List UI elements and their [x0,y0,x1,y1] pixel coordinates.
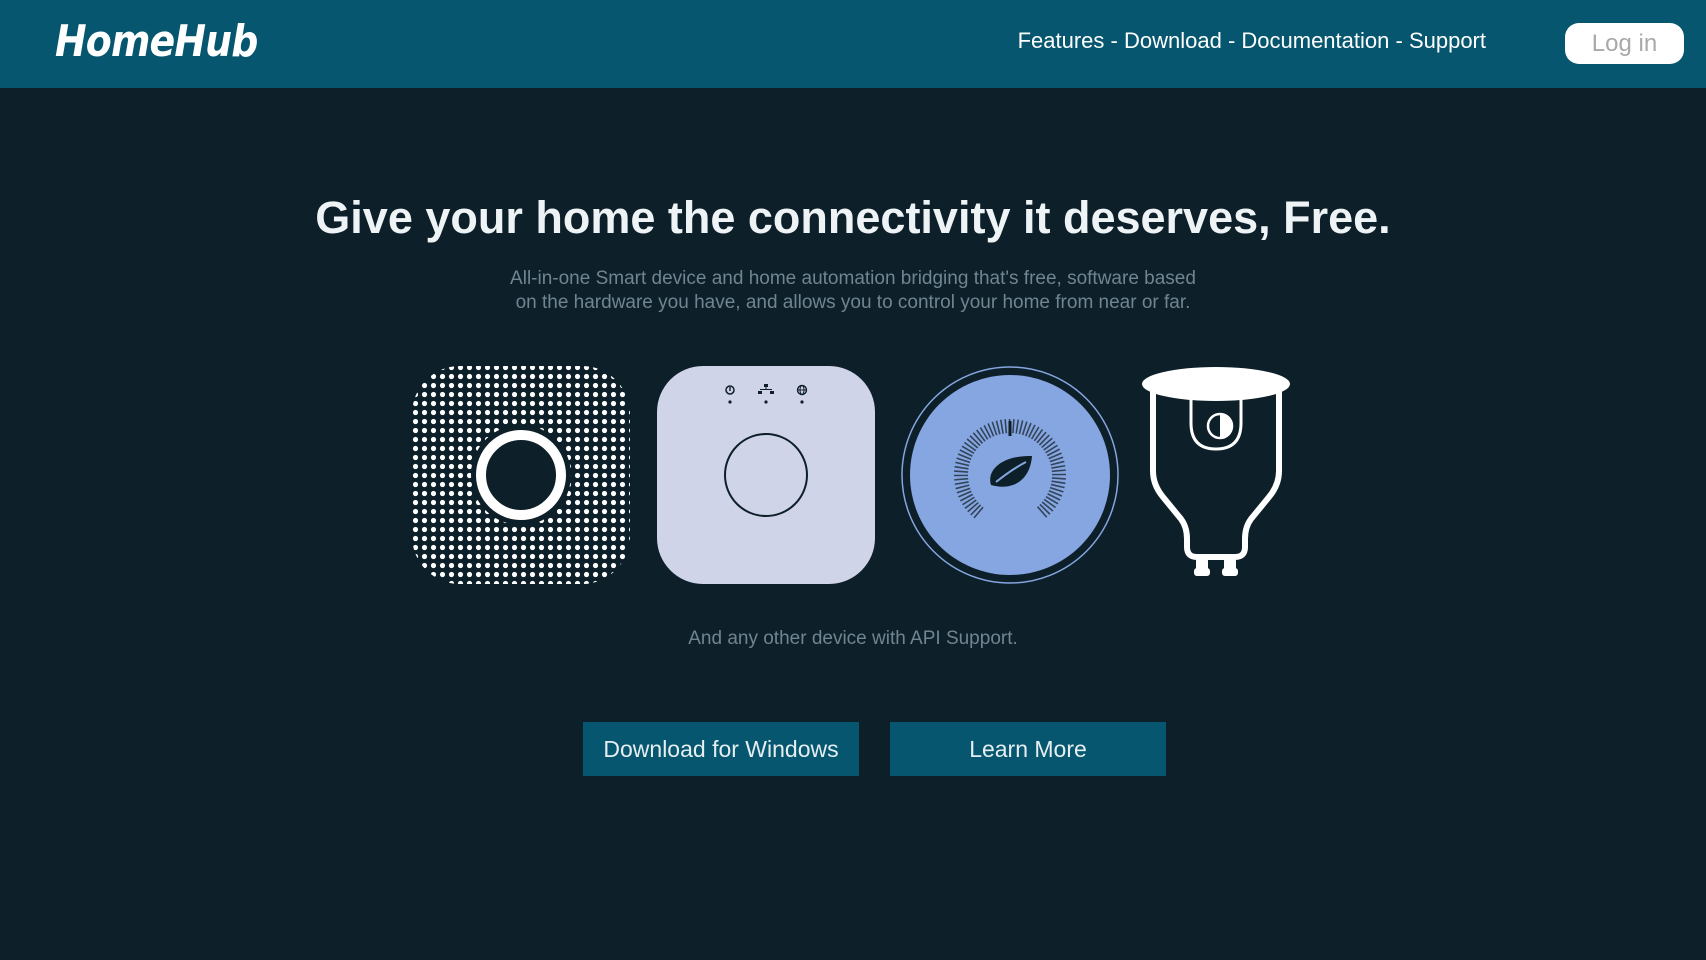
nav-link-download[interactable]: Download [1124,28,1222,53]
smart-bulb-icon [1142,367,1290,576]
nav-separator: - [1104,28,1124,53]
nav-link-support[interactable]: Support [1409,28,1486,53]
hub-bridge-icon [657,366,875,584]
homehub-logo[interactable]: HomeHub [55,16,258,67]
top-navigation-bar: HomeHub Features - Download - Documentat… [0,0,1706,88]
thermostat-icon [901,366,1119,584]
download-windows-button[interactable]: Download for Windows [583,722,859,776]
device-support-caption: And any other device with API Support. [688,628,1018,649]
login-button[interactable]: Log in [1565,23,1684,64]
nav-link-documentation[interactable]: Documentation [1241,28,1389,53]
nav-separator: - [1221,28,1242,53]
hero-subtitle: All-in-one Smart device and home automat… [503,267,1203,315]
hero-title: Give your home the connectivity it deser… [315,192,1391,243]
nav-separator: - [1389,28,1409,53]
learn-more-button[interactable]: Learn More [890,722,1166,776]
device-showcase [0,363,1706,585]
hero-subtitle-line-2: on the hardware you have, and allows you… [515,292,1191,313]
main-nav: Features - Download - Documentation - Su… [1018,28,1486,54]
hero-subtitle-line-1: All-in-one Smart device and home automat… [510,268,1196,289]
smoke-detector-icon [412,366,630,584]
nav-link-features[interactable]: Features [1018,28,1105,53]
